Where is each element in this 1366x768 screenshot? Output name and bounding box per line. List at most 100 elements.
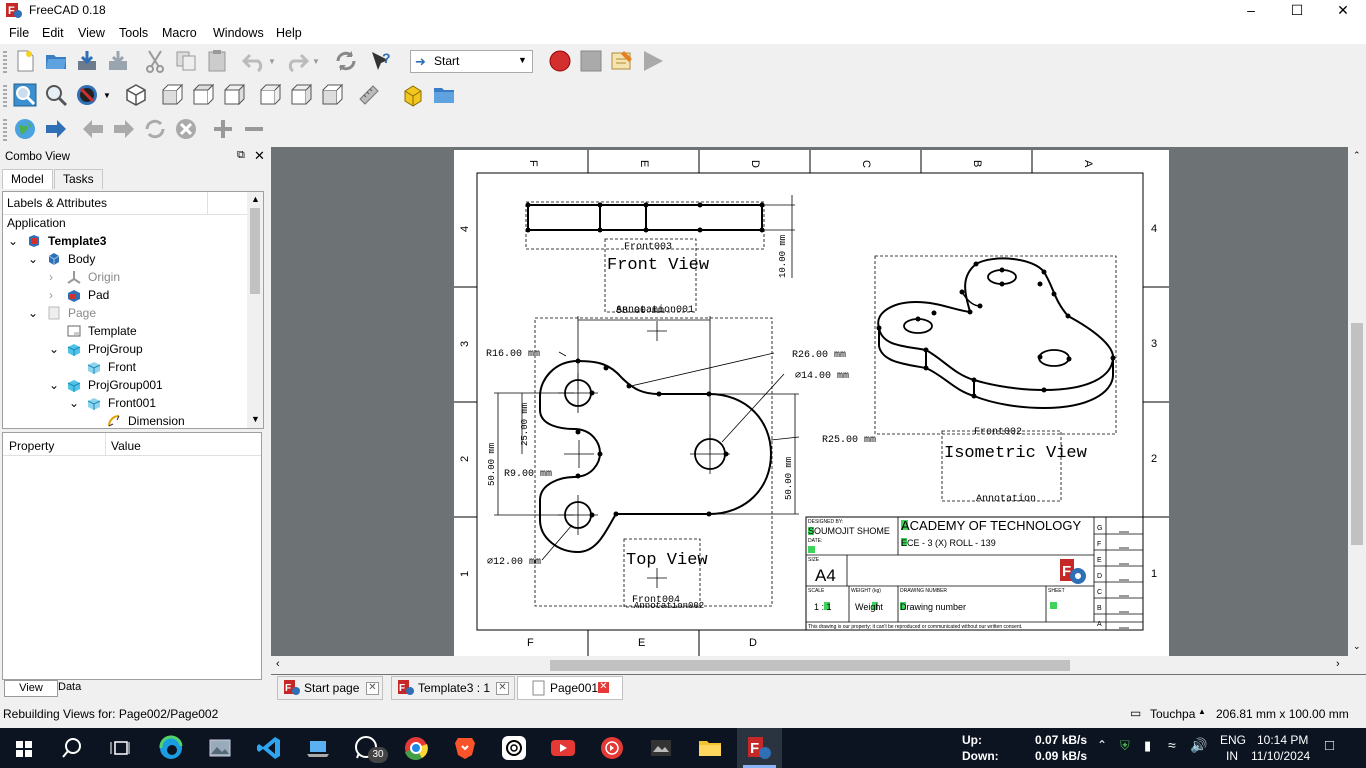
vscode-icon[interactable]	[255, 734, 283, 762]
minimize-button[interactable]: –	[1228, 0, 1274, 22]
chevron-up-icon[interactable]: ⌃	[1097, 738, 1107, 752]
task-view-icon[interactable]	[106, 734, 134, 762]
forward-icon[interactable]	[112, 117, 136, 141]
shield-icon[interactable]: ⛨	[1120, 738, 1130, 754]
stop-macro-icon[interactable]	[579, 49, 603, 73]
menu-view[interactable]: View	[78, 26, 105, 40]
vertical-scrollbar[interactable]: ⌃ ⌄	[1348, 147, 1366, 656]
search-icon[interactable]	[58, 734, 86, 762]
close-tab-icon[interactable]: ✕	[598, 682, 609, 693]
language-code[interactable]: ENG	[1220, 733, 1246, 747]
expand-chevron-icon[interactable]: ⌄	[69, 394, 79, 412]
youtube-music-icon[interactable]	[598, 734, 626, 762]
save-as-icon[interactable]	[106, 49, 130, 73]
photos-app-icon[interactable]	[206, 734, 234, 762]
stop-icon[interactable]	[174, 117, 198, 141]
tree-item-body[interactable]: Body	[68, 250, 95, 268]
group-folder-icon[interactable]	[432, 83, 456, 107]
measure-distance-icon[interactable]	[357, 83, 381, 107]
region-code[interactable]: IN	[1226, 749, 1238, 763]
navigation-style[interactable]: Touchpa	[1150, 707, 1195, 721]
redo-icon[interactable]	[285, 49, 309, 73]
zoom-out-icon[interactable]	[242, 117, 266, 141]
tree-item-origin[interactable]: Origin	[88, 268, 120, 286]
tab-page001[interactable]: Page001 ✕	[517, 676, 623, 700]
tab-view[interactable]: View	[4, 680, 58, 697]
front-view[interactable]: 10.00 mm Front003 Front View Annotation0…	[525, 195, 796, 316]
close-tab-icon[interactable]: ✕	[366, 682, 379, 695]
view-front-icon[interactable]	[160, 83, 184, 107]
fit-selection-icon[interactable]	[44, 83, 68, 107]
tree-item-pad[interactable]: Pad	[88, 286, 109, 304]
windows-start-icon[interactable]	[10, 734, 38, 762]
record-macro-icon[interactable]	[548, 49, 572, 73]
media-app-icon[interactable]	[647, 734, 675, 762]
drawing-canvas[interactable]: F E D C B A F E D 4 3 2 1 4 3 2 1 10.00 …	[271, 147, 1366, 675]
tree-item-front001[interactable]: Front001	[108, 394, 156, 412]
paste-icon[interactable]	[205, 49, 229, 73]
whats-this-icon[interactable]: ?	[369, 49, 393, 73]
freecad-taskbar-button[interactable]: F	[737, 728, 782, 768]
expand-chevron-icon[interactable]: ⌄	[8, 232, 18, 250]
tree-item-page[interactable]: Page	[68, 304, 96, 322]
reload-icon[interactable]	[143, 117, 167, 141]
part-box-icon[interactable]	[401, 83, 425, 107]
menu-macro[interactable]: Macro	[162, 26, 197, 40]
menu-help[interactable]: Help	[276, 26, 302, 40]
expand-chevron-icon[interactable]: ⌄	[28, 304, 38, 322]
tree-scrollbar[interactable]: ▲ ▼	[247, 192, 263, 428]
chatgpt-icon[interactable]	[500, 734, 528, 762]
close-tab-icon[interactable]: ✕	[496, 682, 509, 695]
battery-icon[interactable]: ▮	[1144, 738, 1151, 754]
cut-icon[interactable]	[143, 49, 167, 73]
collapsed-chevron-icon[interactable]: ›	[49, 286, 53, 304]
expand-chevron-icon[interactable]: ⌄	[49, 340, 59, 358]
view-bottom-icon[interactable]	[289, 83, 313, 107]
refresh-icon[interactable]	[334, 49, 358, 73]
expand-chevron-icon[interactable]: ⌄	[49, 376, 59, 394]
expand-chevron-icon[interactable]: ⌄	[28, 250, 38, 268]
float-icon[interactable]: ⧉	[237, 149, 245, 162]
globe-icon[interactable]	[13, 117, 37, 141]
close-panel-icon[interactable]: ✕	[254, 148, 265, 164]
zoom-in-icon[interactable]	[211, 117, 235, 141]
tree-item-template[interactable]: Template	[88, 322, 137, 340]
clock-time[interactable]: 10:14 PM	[1257, 733, 1308, 747]
view-top-icon[interactable]	[191, 83, 215, 107]
back-icon[interactable]	[81, 117, 105, 141]
laptop-app-icon[interactable]	[304, 734, 332, 762]
tree-item-template3[interactable]: Template3	[48, 232, 106, 250]
wifi-icon[interactable]: ≈	[1168, 737, 1176, 753]
tab-tasks[interactable]: Tasks	[54, 169, 103, 189]
isometric-view[interactable]: Front002 Isometric View Annotation	[874, 255, 1117, 505]
save-icon[interactable]	[75, 49, 99, 73]
clock-date[interactable]: 11/10/2024	[1251, 749, 1310, 763]
draw-style-icon[interactable]	[75, 83, 99, 107]
go-arrow-icon[interactable]	[44, 117, 68, 141]
view-rear-icon[interactable]	[258, 83, 282, 107]
youtube-icon[interactable]	[549, 734, 577, 762]
tab-template3[interactable]: F Template3 : 1 ✕	[391, 676, 515, 700]
tree-item-projgroup[interactable]: ProjGroup	[88, 340, 143, 358]
tree-item-application[interactable]: Application	[7, 214, 66, 232]
view-isometric-icon[interactable]	[124, 83, 148, 107]
tree-item-projgroup001[interactable]: ProjGroup001	[88, 376, 163, 394]
view-right-icon[interactable]	[222, 83, 246, 107]
file-explorer-icon[interactable]	[696, 734, 724, 762]
chrome-icon[interactable]	[402, 734, 430, 762]
menu-edit[interactable]: Edit	[42, 26, 64, 40]
notifications-icon[interactable]: □	[1325, 737, 1334, 754]
maximize-button[interactable]: ☐	[1274, 0, 1320, 22]
volume-icon[interactable]: 🔊	[1190, 737, 1207, 754]
open-folder-icon[interactable]	[44, 49, 68, 73]
new-document-icon[interactable]	[13, 49, 37, 73]
tree-item-dimension[interactable]: Dimension	[128, 412, 185, 428]
menu-file[interactable]: File	[9, 26, 29, 40]
edit-macro-icon[interactable]	[610, 49, 634, 73]
undo-icon[interactable]	[242, 49, 266, 73]
fit-all-icon[interactable]	[13, 83, 37, 107]
tab-data[interactable]: Data	[58, 680, 81, 695]
tab-start-page[interactable]: F Start page ✕	[277, 676, 383, 700]
workbench-selector[interactable]: ➜ Start ▼	[410, 50, 533, 73]
menu-windows[interactable]: Windows	[213, 26, 264, 40]
